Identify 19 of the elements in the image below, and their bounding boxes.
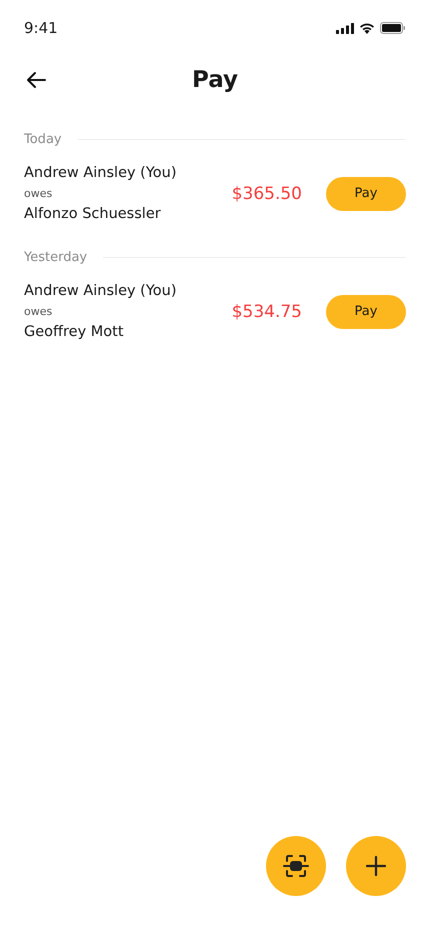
status-time: 9:41 (24, 19, 58, 37)
battery-icon (380, 22, 406, 34)
signal-icon (336, 22, 354, 34)
page-title: Pay (190, 67, 240, 93)
owes-label: owes (24, 187, 54, 200)
wifi-icon (359, 22, 375, 34)
plus-icon (365, 855, 387, 877)
payee-name: Geoffrey Mott (24, 324, 125, 340)
section-heading: Today (24, 132, 62, 147)
section-heading: Yesterday (24, 250, 88, 265)
owes-label: owes (24, 305, 54, 318)
pay-button[interactable]: Pay (326, 294, 406, 328)
scan-icon (283, 854, 309, 878)
payee-name: Alfonzo Schuessler (24, 206, 162, 222)
amount: $365.50 (232, 184, 302, 204)
amount: $534.75 (232, 302, 302, 322)
payer-name: Andrew Ainsley (You) (24, 165, 178, 181)
pay-button[interactable]: Pay (326, 176, 406, 210)
payer-name: Andrew Ainsley (You) (24, 283, 178, 299)
